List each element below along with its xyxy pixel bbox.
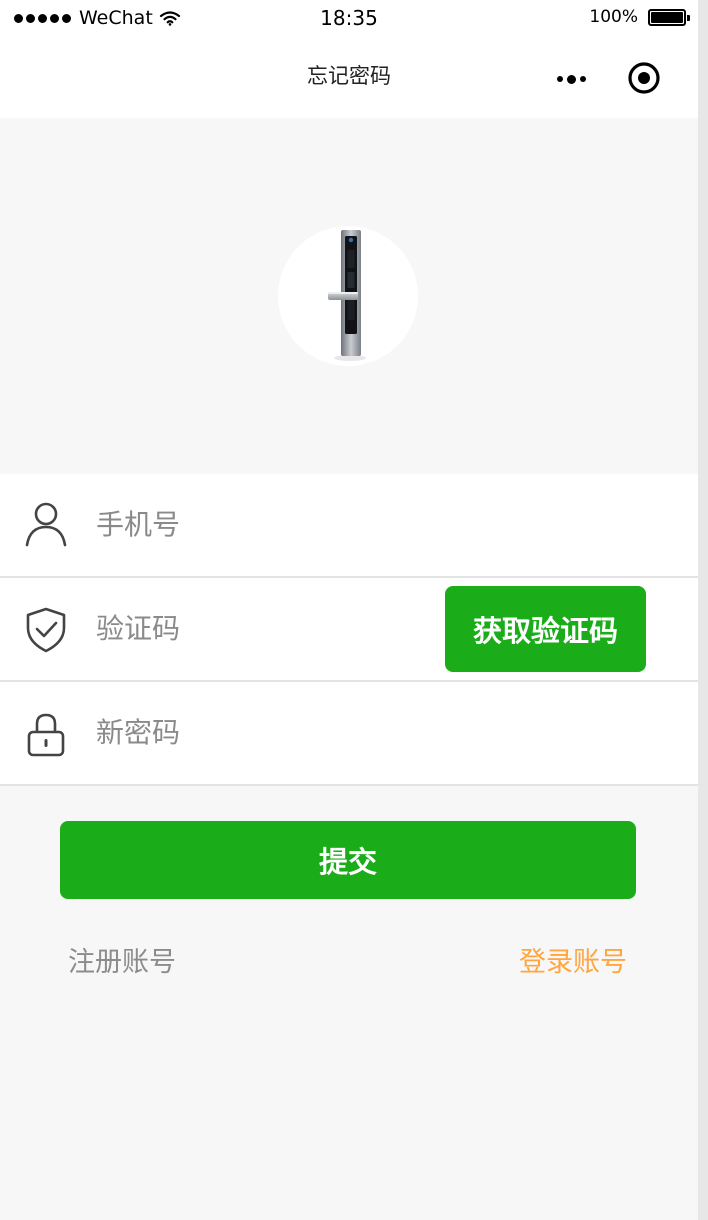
screen: WeChat 18:35 100% 忘记密码 手机号 验证码 获取验证码 提交 … [0, 0, 698, 1220]
smart-lock-image [328, 230, 366, 361]
new-password-input[interactable] [96, 710, 426, 754]
code-row: 获取验证码 [0, 578, 698, 682]
password-row [0, 682, 698, 786]
capsule-close-icon[interactable] [626, 60, 662, 96]
phone-input[interactable] [96, 502, 426, 546]
status-bar-right: 100% [589, 7, 690, 27]
login-link[interactable]: 登录账号 [519, 940, 627, 979]
more-dots-icon[interactable] [551, 72, 591, 86]
battery-icon [648, 8, 690, 26]
get-code-button[interactable]: 获取验证码 [445, 586, 646, 672]
register-link[interactable]: 注册账号 [68, 940, 176, 979]
code-input[interactable] [96, 606, 426, 650]
navigation-bar: 忘记密码 [0, 38, 698, 118]
phone-row [0, 474, 698, 578]
status-bar: WeChat 18:35 100% [0, 0, 698, 38]
product-logo [278, 226, 418, 366]
shield-check-icon [26, 607, 66, 653]
forgot-password-form: 获取验证码 [0, 474, 698, 786]
logo-area [0, 118, 698, 474]
submit-button[interactable]: 提交 [60, 821, 636, 899]
lock-icon [27, 713, 65, 757]
screen-edge [698, 0, 708, 1220]
page-title: 忘记密码 [307, 64, 391, 88]
battery-percent: 100% [589, 7, 638, 27]
user-icon [25, 502, 67, 547]
